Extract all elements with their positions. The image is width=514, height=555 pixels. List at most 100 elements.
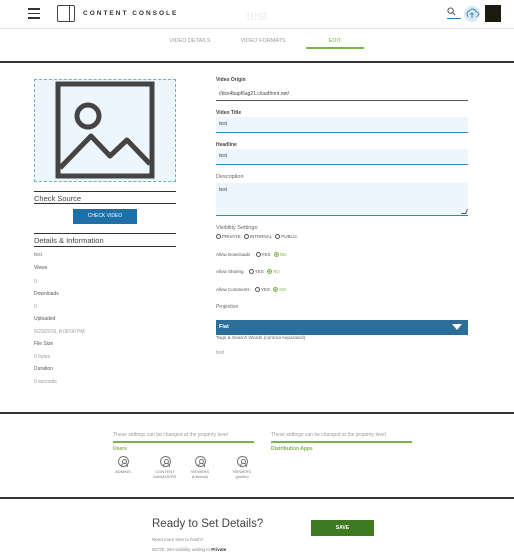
visibility-options: PRIVATE INTERNAL PUBLIC	[214, 234, 298, 240]
allow-comments-row: Allow Comments YES NO	[216, 287, 287, 293]
divider	[34, 233, 176, 234]
comments-yes-label: YES	[261, 287, 271, 292]
thumbnail-placeholder[interactable]	[34, 79, 176, 182]
role-label: ADMINS	[115, 469, 131, 474]
projection-select[interactable]: Flat	[216, 320, 468, 335]
ready-heading: Ready to Set Details?	[152, 518, 264, 530]
tab-edit[interactable]: EDIT	[306, 38, 364, 44]
user-icon	[236, 456, 248, 467]
video-name: test	[34, 252, 43, 258]
comments-no-label: NO	[279, 287, 287, 292]
divider	[34, 246, 176, 247]
sharing-no-label: NO	[273, 269, 280, 274]
divider	[0, 61, 514, 63]
projection-value: Flat	[219, 324, 229, 330]
comments-yes-radio[interactable]	[255, 287, 261, 293]
tab-video-details[interactable]: VIDEO DETAILS	[160, 38, 220, 44]
need-time-text: Need more time to finish?	[152, 537, 204, 542]
radio-private-label: PRIVATE	[222, 234, 241, 239]
details-title: Details & Information	[34, 236, 104, 245]
visibility-note: NOTE: Set visibility setting to Private	[152, 547, 226, 552]
sharing-yes-label: YES	[254, 269, 264, 274]
divider	[0, 497, 514, 499]
save-button[interactable]: SAVE	[311, 520, 374, 536]
origin-label: Video Origin	[216, 77, 246, 83]
check-source-title: Check Source	[34, 194, 82, 203]
chevron-down-icon	[452, 324, 462, 330]
downloads-yes-radio[interactable]	[255, 252, 261, 258]
downloads-value: 0	[34, 304, 37, 310]
allow-downloads-label: Allow Downloads	[216, 252, 251, 257]
description-label: Description	[216, 174, 244, 180]
comments-no-radio[interactable]	[273, 287, 279, 293]
role-content-managers[interactable]: CONTENT MANAGERS	[150, 456, 180, 479]
top-bar: CONTENT CONSOLE test	[0, 0, 514, 29]
page-title: test	[246, 8, 268, 23]
distribution-apps-title: Distribution Apps	[271, 446, 313, 452]
divider	[271, 441, 412, 443]
role-sublabel: MANAGERS	[153, 474, 177, 479]
duration-value: 0 seconds	[34, 379, 57, 385]
downloads-label: Downloads	[34, 291, 59, 297]
title-field[interactable]: test	[216, 117, 468, 133]
user-icon	[194, 456, 206, 467]
user-icon	[117, 456, 129, 467]
apps-note: These settings can be changed at the pro…	[271, 432, 386, 438]
allow-sharing-label: Allow Sharing	[216, 269, 244, 274]
sharing-yes-radio[interactable]	[248, 269, 254, 275]
user-icon	[159, 456, 171, 467]
resize-handle[interactable]	[461, 209, 468, 214]
role-viewers-public[interactable]: VIEWERS (public)	[227, 456, 257, 479]
users-title: Users	[113, 446, 127, 452]
divider	[0, 412, 514, 414]
upload-icon[interactable]	[464, 6, 480, 22]
views-label: Views	[34, 265, 48, 271]
description-field[interactable]: test	[216, 183, 468, 216]
note-prefix: NOTE: Set visibility setting to	[152, 547, 211, 552]
divider	[34, 203, 176, 204]
allow-downloads-row: Allow Downloads YES NO	[216, 252, 287, 258]
radio-public-label: PUBLIC	[281, 234, 298, 239]
filesize-label: File Size	[34, 341, 54, 347]
duration-label: Duration	[34, 366, 53, 372]
allow-sharing-row: Allow Sharing YES NO	[216, 269, 280, 275]
role-sublabel: (public)	[235, 474, 249, 479]
divider	[34, 191, 176, 192]
sharing-no-radio[interactable]	[267, 269, 273, 275]
radio-internal-label: INTERNAL	[249, 234, 272, 239]
radio-public[interactable]	[275, 234, 281, 240]
tab-video-formats[interactable]: VIDEO FORMATS	[232, 38, 294, 44]
role-admins[interactable]: ADMINS	[108, 456, 138, 474]
title-label: Video Title	[216, 110, 242, 116]
tab-bar: VIDEO DETAILS VIDEO FORMATS EDIT	[0, 38, 514, 50]
downloads-yes-label: YES	[261, 252, 271, 257]
radio-private[interactable]	[216, 234, 221, 240]
active-tab-indicator	[306, 47, 364, 49]
image-icon	[55, 81, 155, 179]
search-underline	[447, 18, 461, 19]
downloads-no-radio[interactable]	[273, 252, 279, 258]
search-icon[interactable]	[447, 7, 456, 16]
users-note: These settings can be changed at the pro…	[113, 432, 228, 438]
headline-field[interactable]: test	[216, 149, 468, 165]
views-value: 0	[34, 279, 37, 285]
projection-label: Projection	[216, 304, 239, 310]
note-value: Private	[211, 547, 227, 552]
origin-field[interactable]: //dxx4bapf6ag21.cloudfront.net/	[216, 87, 468, 101]
role-viewers-internal[interactable]: VIEWERS (internal)	[185, 456, 215, 479]
avatar[interactable]	[485, 5, 501, 22]
filesize-value: 0 bytes	[34, 354, 51, 360]
headline-label: Headline	[216, 142, 237, 148]
tags-field[interactable]: test	[216, 350, 224, 356]
uploaded-label: Uploaded	[34, 316, 56, 322]
description-text: test	[219, 187, 228, 193]
allow-comments-label: Allow Comments	[216, 287, 250, 292]
tags-label: Tags & Search Words (comma separated)	[216, 336, 306, 341]
uploaded-value: 5/29/2016, 8:08:00 PM	[34, 329, 85, 335]
radio-internal[interactable]	[243, 234, 249, 240]
divider	[113, 441, 254, 443]
role-sublabel: (internal)	[192, 474, 208, 479]
visibility-label: Visibility Settings:	[216, 225, 259, 231]
downloads-no-label: NO	[279, 252, 287, 257]
check-video-button[interactable]: CHECK VIDEO	[73, 209, 137, 224]
